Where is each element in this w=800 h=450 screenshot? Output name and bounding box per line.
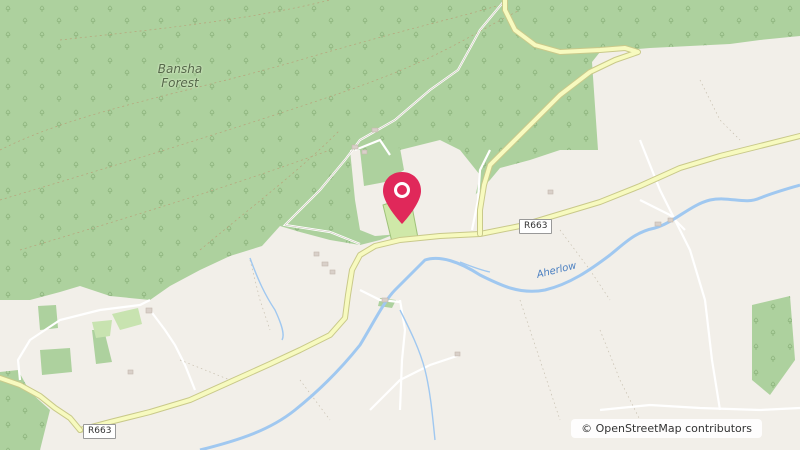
road-label-r663-east: R663: [519, 219, 553, 234]
road-label-r663-west: R663: [83, 424, 117, 439]
place-label-bansha-forest: Bansha Forest: [150, 62, 210, 90]
place-label-line1: Bansha: [157, 62, 203, 76]
map-pin-icon[interactable]: [380, 170, 424, 226]
map-view[interactable]: Bansha Forest R663 R663 Aherlow © OpenSt…: [0, 0, 800, 450]
map-attribution[interactable]: © OpenStreetMap contributors: [571, 419, 762, 438]
place-label-line2: Forest: [161, 76, 199, 90]
